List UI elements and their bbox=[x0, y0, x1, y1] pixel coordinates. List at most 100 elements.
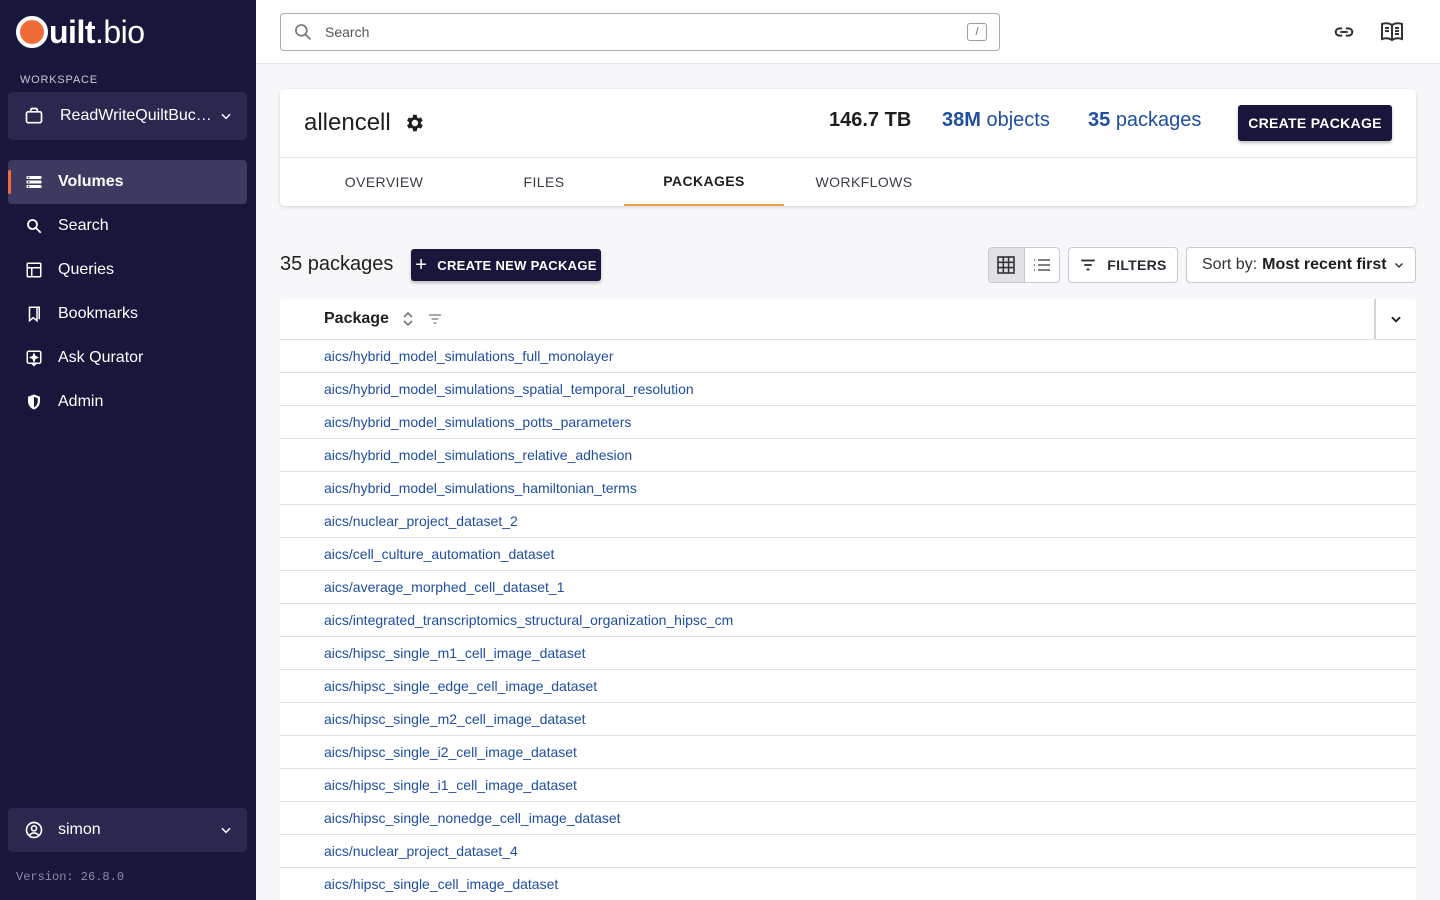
link-icon[interactable] bbox=[1332, 20, 1356, 44]
table-row: aics/integrated_transcriptomics_structur… bbox=[280, 604, 1416, 637]
table-row: aics/nuclear_project_dataset_2 bbox=[280, 505, 1416, 538]
sort-value: Most recent first bbox=[1262, 256, 1387, 273]
column-filter-icon[interactable] bbox=[427, 311, 443, 327]
username: simon bbox=[58, 821, 101, 838]
sidebar-item-label: Search bbox=[58, 217, 109, 234]
quilt-logo[interactable]: uilt.bio bbox=[16, 14, 145, 50]
shortcut-hint: / bbox=[967, 23, 987, 41]
package-link[interactable]: aics/cell_culture_automation_dataset bbox=[324, 546, 554, 562]
sidebar-item-queries[interactable]: Queries bbox=[8, 248, 247, 292]
sort-select[interactable]: Sort by: Most recent first bbox=[1186, 247, 1416, 283]
logo-text: uilt.bio bbox=[49, 13, 145, 50]
table-row: aics/hipsc_single_m1_cell_image_dataset bbox=[280, 637, 1416, 670]
sidebar-item-label: Queries bbox=[58, 261, 115, 278]
table-row: aics/hipsc_single_nonedge_cell_image_dat… bbox=[280, 802, 1416, 835]
search-icon bbox=[293, 22, 313, 42]
create-new-package-button[interactable]: + CREATE NEW PACKAGE bbox=[411, 249, 601, 281]
package-link[interactable]: aics/hipsc_single_cell_image_dataset bbox=[324, 876, 558, 892]
table-row: aics/hybrid_model_simulations_full_monol… bbox=[280, 340, 1416, 373]
package-link[interactable]: aics/hybrid_model_simulations_hamiltonia… bbox=[324, 480, 637, 496]
tab-files[interactable]: FILES bbox=[464, 158, 624, 206]
sidebar-item-ask-qurator[interactable]: Ask Qurator bbox=[8, 336, 247, 380]
package-link[interactable]: aics/hybrid_model_simulations_full_monol… bbox=[324, 348, 613, 364]
package-link[interactable]: aics/hybrid_model_simulations_spatial_te… bbox=[324, 381, 694, 397]
table-row: aics/nuclear_project_dataset_4 bbox=[280, 835, 1416, 868]
app-version: Version: 26.8.0 bbox=[16, 870, 125, 884]
package-link[interactable]: aics/hybrid_model_simulations_potts_para… bbox=[324, 414, 631, 430]
plus-icon: + bbox=[415, 253, 428, 276]
sidebar-item-label: Admin bbox=[58, 393, 104, 410]
sidebar-item-label: Volumes bbox=[58, 173, 124, 190]
packages-table: Package aics/hybrid_model_simulations_fu… bbox=[280, 299, 1416, 900]
sidebar-item-bookmarks[interactable]: Bookmarks bbox=[8, 292, 247, 336]
grid-view-button[interactable] bbox=[989, 248, 1025, 282]
workspace-label: WORKSPACE bbox=[20, 74, 98, 86]
package-link[interactable]: aics/nuclear_project_dataset_4 bbox=[324, 843, 518, 859]
chevron-down-icon bbox=[219, 823, 233, 837]
tab-overview[interactable]: OVERVIEW bbox=[304, 158, 464, 206]
table-row: aics/hipsc_single_cell_image_dataset bbox=[280, 868, 1416, 900]
logo-mark bbox=[16, 16, 48, 48]
package-link[interactable]: aics/hipsc_single_edge_cell_image_datase… bbox=[324, 678, 597, 694]
view-mode-toggle bbox=[988, 247, 1060, 283]
table-row: aics/hipsc_single_m2_cell_image_dataset bbox=[280, 703, 1416, 736]
volumes-icon bbox=[24, 172, 44, 192]
columns-expand-button[interactable] bbox=[1374, 299, 1416, 339]
table-header: Package bbox=[280, 299, 1416, 340]
workspace-name: ReadWriteQuiltBuck… bbox=[60, 107, 219, 124]
bookmark-icon bbox=[24, 304, 44, 324]
sparkle-icon bbox=[24, 348, 44, 368]
table-row: aics/cell_culture_automation_dataset bbox=[280, 538, 1416, 571]
package-link[interactable]: aics/hipsc_single_m1_cell_image_dataset bbox=[324, 645, 586, 661]
filters-button[interactable]: FILTERS bbox=[1068, 247, 1178, 283]
search-box[interactable]: / bbox=[280, 13, 1000, 51]
sort-prefix: Sort by: bbox=[1202, 256, 1258, 273]
sidebar-item-label: Ask Qurator bbox=[58, 349, 144, 366]
package-link[interactable]: aics/hipsc_single_i1_cell_image_dataset bbox=[324, 777, 577, 793]
package-link[interactable]: aics/nuclear_project_dataset_2 bbox=[324, 513, 518, 529]
bucket-header-card: allencell 146.7 TB 38M objects 35 packag… bbox=[280, 89, 1416, 206]
package-link[interactable]: aics/hipsc_single_nonedge_cell_image_dat… bbox=[324, 810, 621, 826]
package-link[interactable]: aics/hybrid_model_simulations_relative_a… bbox=[324, 447, 632, 463]
bucket-title: allencell bbox=[304, 109, 425, 137]
column-header-package[interactable]: Package bbox=[324, 310, 443, 328]
sidebar-item-search[interactable]: Search bbox=[8, 204, 247, 248]
sort-arrows-icon[interactable] bbox=[401, 310, 415, 328]
bucket-tabs: OVERVIEW FILES PACKAGES WORKFLOWS bbox=[280, 157, 1416, 206]
list-icon bbox=[1032, 255, 1052, 275]
create-new-package-label: CREATE NEW PACKAGE bbox=[437, 257, 597, 273]
search-input[interactable] bbox=[325, 24, 967, 40]
sidebar-item-volumes[interactable]: Volumes bbox=[8, 160, 247, 204]
table-row: aics/hipsc_single_i1_cell_image_dataset bbox=[280, 769, 1416, 802]
user-menu[interactable]: simon bbox=[8, 808, 247, 852]
briefcase-icon bbox=[24, 106, 44, 126]
package-link[interactable]: aics/average_morphed_cell_dataset_1 bbox=[324, 579, 565, 595]
shield-icon bbox=[24, 392, 44, 412]
workspace-selector[interactable]: ReadWriteQuiltBuck… bbox=[8, 92, 247, 140]
bucket-objects-stat[interactable]: 38M objects bbox=[942, 109, 1050, 132]
filter-icon bbox=[1079, 256, 1097, 274]
bucket-packages-stat[interactable]: 35 packages bbox=[1088, 109, 1201, 132]
package-link[interactable]: aics/hipsc_single_m2_cell_image_dataset bbox=[324, 711, 586, 727]
column-header-label: Package bbox=[324, 310, 389, 327]
sidebar-item-admin[interactable]: Admin bbox=[8, 380, 247, 424]
table-row: aics/hybrid_model_simulations_relative_a… bbox=[280, 439, 1416, 472]
list-view-button[interactable] bbox=[1025, 248, 1060, 282]
tab-packages[interactable]: PACKAGES bbox=[624, 158, 784, 206]
table-body: aics/hybrid_model_simulations_full_monol… bbox=[280, 340, 1416, 900]
table-row: aics/hipsc_single_edge_cell_image_datase… bbox=[280, 670, 1416, 703]
create-package-button[interactable]: CREATE PACKAGE bbox=[1238, 105, 1392, 141]
package-link[interactable]: aics/hipsc_single_i2_cell_image_dataset bbox=[324, 744, 577, 760]
package-link[interactable]: aics/integrated_transcriptomics_structur… bbox=[324, 612, 733, 628]
table-row: aics/hybrid_model_simulations_spatial_te… bbox=[280, 373, 1416, 406]
filters-label: FILTERS bbox=[1107, 257, 1167, 273]
tab-workflows[interactable]: WORKFLOWS bbox=[784, 158, 944, 206]
table-row: aics/average_morphed_cell_dataset_1 bbox=[280, 571, 1416, 604]
table-icon bbox=[24, 260, 44, 280]
top-bar: / bbox=[256, 0, 1440, 64]
sidebar: uilt.bio WORKSPACE ReadWriteQuiltBuck… V… bbox=[0, 0, 256, 900]
chevron-down-icon bbox=[1389, 312, 1403, 326]
documentation-book-icon[interactable] bbox=[1380, 20, 1404, 44]
gear-icon[interactable] bbox=[403, 112, 425, 134]
table-row: aics/hybrid_model_simulations_potts_para… bbox=[280, 406, 1416, 439]
